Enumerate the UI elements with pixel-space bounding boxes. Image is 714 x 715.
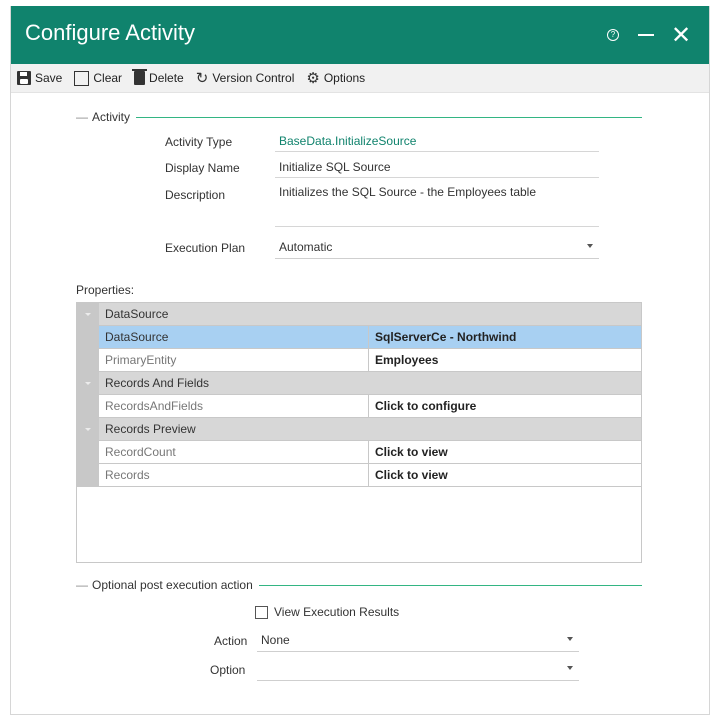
action-label: Action (214, 634, 248, 648)
version-control-label: Version Control (212, 71, 295, 85)
category-row-records-fields[interactable]: Records And Fields (77, 372, 641, 395)
gear-icon: ⚙ (306, 70, 320, 87)
property-value[interactable]: SqlServerCe - Northwind (369, 326, 641, 348)
chevron-down-icon (567, 637, 573, 641)
activity-type-label: Activity Type (165, 135, 233, 149)
execution-plan-label: Execution Plan (165, 241, 246, 255)
post-action-section-header: — Optional post execution action (76, 578, 642, 592)
history-icon: ↻ (195, 70, 209, 87)
chevron-down-icon (567, 666, 573, 670)
property-row-records[interactable]: Records Click to view (77, 464, 641, 487)
configure-activity-window: Configure Activity ? ✕ Save Clear Delete… (10, 6, 710, 715)
activity-section-header: — Activity (76, 110, 642, 124)
options-button[interactable]: ⚙ Options (306, 69, 365, 87)
collapse-chevron-icon[interactable] (77, 418, 99, 440)
version-control-button[interactable]: ↻ Version Control (196, 69, 295, 87)
property-row-records-and-fields[interactable]: RecordsAndFields Click to configure (77, 395, 641, 418)
category-row-datasource[interactable]: DataSource (77, 303, 641, 326)
description-label: Description (165, 188, 226, 202)
property-value[interactable]: Click to view (369, 464, 641, 486)
help-icon[interactable]: ? (607, 6, 619, 64)
clear-button[interactable]: Clear (74, 70, 123, 86)
chevron-down-icon (587, 244, 593, 248)
view-results-label: View Execution Results (274, 605, 400, 619)
property-name: Records (99, 464, 369, 486)
execution-plan-dropdown[interactable]: Automatic (275, 237, 599, 259)
properties-label: Properties: (76, 283, 135, 297)
property-row-primary-entity[interactable]: PrimaryEntity Employees (77, 349, 641, 372)
property-value[interactable]: Click to configure (369, 395, 641, 417)
category-label: Records And Fields (105, 376, 210, 390)
minimize-icon[interactable] (638, 6, 654, 64)
window-title: Configure Activity (25, 20, 195, 45)
clear-label: Clear (93, 71, 123, 85)
property-row-record-count[interactable]: RecordCount Click to view (77, 441, 641, 464)
property-name: RecordsAndFields (99, 395, 369, 417)
property-name: PrimaryEntity (99, 349, 369, 371)
action-value: None (261, 633, 290, 647)
display-name-label: Display Name (165, 161, 240, 175)
property-name: RecordCount (99, 441, 369, 463)
option-label: Option (210, 663, 246, 677)
title-bar: Configure Activity ? ✕ (11, 6, 709, 64)
property-grid: DataSource DataSource SqlServerCe - Nort… (76, 302, 642, 563)
options-label: Options (323, 71, 366, 85)
delete-button[interactable]: Delete (132, 69, 184, 85)
option-dropdown[interactable] (257, 659, 579, 681)
category-row-records-preview[interactable]: Records Preview (77, 418, 641, 441)
description-field[interactable]: Initializes the SQL Source - the Employe… (275, 183, 599, 227)
save-label: Save (35, 71, 63, 85)
display-name-field[interactable]: Initialize SQL Source (275, 158, 599, 178)
property-value[interactable]: Click to view (369, 441, 641, 463)
save-button[interactable]: Save (17, 71, 62, 85)
property-name: DataSource (99, 326, 369, 348)
collapse-chevron-icon[interactable] (77, 372, 99, 394)
delete-label: Delete (149, 71, 184, 85)
action-dropdown[interactable]: None (257, 630, 579, 652)
view-results-checkbox[interactable]: View Execution Results (255, 605, 399, 619)
activity-section-label: Activity (92, 110, 131, 124)
execution-plan-value: Automatic (279, 240, 333, 254)
post-action-section-label: Optional post execution action (92, 578, 253, 592)
checkbox-box[interactable] (255, 605, 268, 619)
activity-type-value[interactable]: BaseData.InitializeSource (275, 132, 599, 152)
property-row-datasource[interactable]: DataSource SqlServerCe - Northwind (77, 326, 641, 349)
collapse-chevron-icon[interactable] (77, 303, 99, 325)
clear-icon (74, 70, 90, 86)
save-icon (17, 71, 31, 85)
trash-icon (132, 69, 148, 85)
category-label: DataSource (105, 307, 169, 321)
category-label: Records Preview (105, 422, 196, 436)
property-value[interactable]: Employees (369, 349, 641, 371)
close-icon[interactable]: ✕ (671, 6, 691, 64)
toolbar: Save Clear Delete ↻ Version Control ⚙ Op… (11, 64, 709, 93)
